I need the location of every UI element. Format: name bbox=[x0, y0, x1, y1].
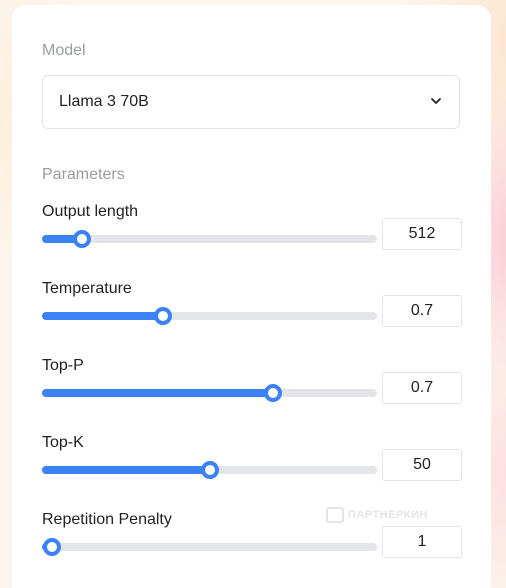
slider-fill bbox=[42, 389, 274, 397]
slider-thumb[interactable] bbox=[200, 461, 219, 479]
slider-thumb[interactable] bbox=[264, 384, 283, 402]
slider-thumb[interactable] bbox=[73, 230, 92, 248]
model-select[interactable]: Llama 3 70B bbox=[42, 75, 460, 129]
parameters-section-label: Parameters bbox=[42, 166, 125, 183]
watermark: ПАРТНЕРКИН bbox=[326, 507, 428, 523]
slider-fill bbox=[42, 466, 210, 474]
slider-track[interactable] bbox=[42, 307, 377, 325]
slider-fill bbox=[42, 312, 163, 320]
param-value-input[interactable]: 0.7 bbox=[382, 372, 462, 404]
model-select-value: Llama 3 70B bbox=[59, 93, 149, 110]
param-label: Output length bbox=[42, 203, 139, 220]
param-label: Temperature bbox=[42, 280, 132, 297]
param-top-p: Top-P 0.7 bbox=[42, 357, 462, 417]
chat-bubble-icon bbox=[326, 507, 344, 523]
slider-track[interactable] bbox=[42, 230, 377, 248]
model-section-label: Model bbox=[42, 42, 86, 59]
param-top-k: Top-K 50 bbox=[42, 434, 462, 494]
settings-panel: Model Llama 3 70B Parameters Output leng… bbox=[12, 5, 491, 588]
param-temperature: Temperature 0.7 bbox=[42, 280, 462, 340]
chevron-down-icon bbox=[431, 98, 441, 104]
param-value-input[interactable]: 1 bbox=[382, 526, 462, 558]
param-value-input[interactable]: 512 bbox=[382, 218, 462, 250]
param-value-input[interactable]: 50 bbox=[382, 449, 462, 481]
param-value-input[interactable]: 0.7 bbox=[382, 295, 462, 327]
slider-track[interactable] bbox=[42, 461, 377, 479]
slider-thumb[interactable] bbox=[153, 307, 172, 325]
slider-track[interactable] bbox=[42, 538, 377, 556]
param-label: Top-K bbox=[42, 434, 84, 451]
param-output-length: Output length 512 bbox=[42, 203, 462, 263]
param-label: Top-P bbox=[42, 357, 84, 374]
param-label: Repetition Penalty bbox=[42, 511, 172, 528]
slider-track[interactable] bbox=[42, 384, 377, 402]
slider-thumb[interactable] bbox=[43, 538, 62, 556]
watermark-text: ПАРТНЕРКИН bbox=[348, 509, 428, 521]
